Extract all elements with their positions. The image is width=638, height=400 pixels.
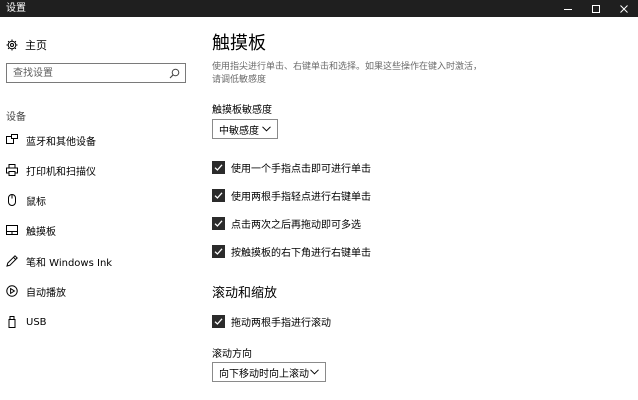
checkbox[interactable] [212, 160, 225, 174]
sidebar-item-label: 打印机和扫描仪 [26, 166, 96, 178]
checkbox-label: 按触摸板的右下角进行右键单击 [231, 247, 371, 259]
checkmark-icon [214, 247, 223, 255]
sidebar-item-label: 蓝牙和其他设备 [26, 136, 96, 148]
sidebar-item-mouse[interactable]: 鼠标 [6, 192, 46, 208]
checkbox-double-tap-drag[interactable]: 点击两次之后再拖动即可多选 [212, 216, 361, 231]
checkbox-corner-right-click[interactable]: 按触摸板的右下角进行右键单击 [212, 244, 371, 259]
nav-home[interactable]: 主页 [6, 37, 47, 53]
section-title-scroll-zoom: 滚动和缩放 [212, 286, 278, 301]
nav-home-label: 主页 [25, 39, 47, 52]
title-bar: 设置 [0, 0, 638, 17]
close-icon [620, 4, 628, 13]
maximize-button[interactable] [582, 0, 610, 17]
search-input[interactable] [13, 66, 163, 80]
sidebar-item-printers[interactable]: 打印机和扫描仪 [6, 162, 96, 178]
sidebar-item-label: 鼠标 [26, 196, 46, 208]
printer-icon [6, 164, 18, 176]
usb-icon [8, 316, 16, 328]
checkbox[interactable] [212, 314, 225, 328]
checkbox-label: 使用两根手指轻点进行右键单击 [231, 191, 371, 203]
checkbox-two-finger-scroll[interactable]: 拖动两根手指进行滚动 [212, 314, 331, 329]
sidebar-item-label: 笔和 Windows Ink [26, 257, 113, 269]
sidebar-item-bluetooth[interactable]: 蓝牙和其他设备 [6, 132, 96, 148]
window-title: 设置 [6, 3, 26, 14]
sidebar-item-pen[interactable]: 笔和 Windows Ink [6, 253, 112, 269]
mouse-icon [8, 194, 16, 206]
checkbox-two-finger-right-click[interactable]: 使用两根手指轻点进行右键单击 [212, 188, 371, 203]
checkbox-label: 点击两次之后再拖动即可多选 [231, 219, 361, 231]
chevron-down-icon [310, 369, 319, 375]
sensitivity-dropdown[interactable]: 中敏感度 [212, 119, 278, 139]
page-description: 使用指尖进行单击、右键单击和选择。如果这些操作在键入时激活，请调低敏感度 [212, 62, 483, 85]
sidebar-item-usb[interactable]: USB [6, 314, 47, 330]
bluetooth-icon [6, 134, 18, 144]
sensitivity-value: 中敏感度 [219, 125, 259, 137]
touchpad-icon [6, 225, 18, 235]
checkbox[interactable] [212, 216, 225, 230]
checkbox-label: 拖动两根手指进行滚动 [231, 317, 331, 329]
sensitivity-label: 触摸板敏感度 [212, 105, 272, 116]
sidebar-item-label: USB [26, 316, 47, 328]
checkmark-icon [214, 317, 223, 325]
minimize-icon [564, 8, 572, 10]
chevron-down-icon [262, 126, 271, 132]
scroll-direction-value: 向下移动时向上滚动 [219, 368, 309, 380]
checkmark-icon [214, 191, 223, 199]
checkbox[interactable] [212, 244, 225, 258]
autoplay-icon [6, 285, 18, 297]
search-box[interactable] [6, 63, 186, 83]
checkbox-label: 使用一个手指点击即可进行单击 [231, 163, 371, 175]
checkmark-icon [214, 219, 223, 227]
sidebar-item-autoplay[interactable]: 自动播放 [6, 283, 66, 299]
gear-icon [6, 39, 18, 51]
page-title: 触摸板 [212, 33, 266, 54]
minimize-button[interactable] [554, 0, 582, 17]
maximize-icon [592, 4, 600, 13]
scroll-direction-dropdown[interactable]: 向下移动时向上滚动 [212, 362, 326, 382]
sidebar-item-label: 触摸板 [26, 226, 56, 238]
close-button[interactable] [610, 0, 638, 17]
scroll-direction-label: 滚动方向 [212, 349, 252, 360]
sidebar-item-touchpad[interactable]: 触摸板 [6, 222, 56, 238]
checkbox-tap-single-click[interactable]: 使用一个手指点击即可进行单击 [212, 160, 371, 175]
search-icon[interactable] [169, 68, 180, 79]
pen-icon [6, 255, 18, 267]
nav-group-label: 设备 [6, 112, 26, 123]
checkbox[interactable] [212, 188, 225, 202]
checkmark-icon [214, 163, 223, 171]
sidebar-item-label: 自动播放 [26, 287, 66, 299]
